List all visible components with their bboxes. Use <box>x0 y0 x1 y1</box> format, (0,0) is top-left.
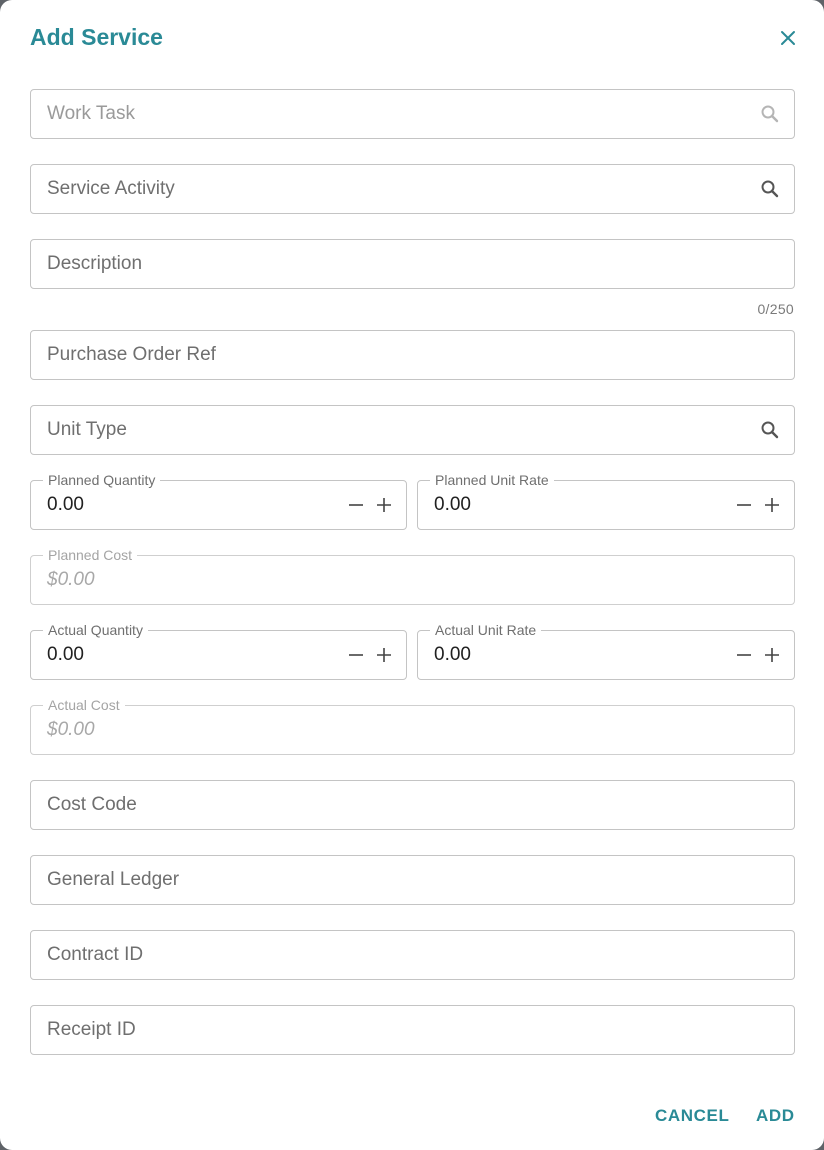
service-activity-field[interactable]: Service Activity <box>30 164 795 214</box>
search-icon[interactable] <box>760 179 780 199</box>
minus-icon[interactable] <box>344 644 368 666</box>
actual-cost-value: $0.00 <box>47 719 95 740</box>
planned-unit-rate-stepper <box>728 494 784 516</box>
planned-quantity-stepper <box>340 494 396 516</box>
planned-cost-value: $0.00 <box>47 569 95 590</box>
actual-quantity-field[interactable]: Actual Quantity 0.00 <box>30 622 407 680</box>
close-icon[interactable] <box>776 26 800 50</box>
receipt-id-placeholder: Receipt ID <box>47 1019 136 1040</box>
contract-id-field[interactable]: Contract ID <box>30 930 795 980</box>
cost-code-field[interactable]: Cost Code <box>30 780 795 830</box>
general-ledger-field[interactable]: General Ledger <box>30 855 795 905</box>
unit-type-field[interactable]: Unit Type <box>30 405 795 455</box>
description-char-counter: 0/250 <box>757 301 794 317</box>
service-activity-placeholder: Service Activity <box>47 178 175 199</box>
search-icon[interactable] <box>760 104 780 124</box>
purchase-order-ref-placeholder: Purchase Order Ref <box>47 344 216 365</box>
purchase-order-ref-field[interactable]: Purchase Order Ref <box>30 330 795 380</box>
receipt-id-field[interactable]: Receipt ID <box>30 1005 795 1055</box>
work-task-field[interactable]: Work Task <box>30 89 795 139</box>
minus-icon[interactable] <box>344 494 368 516</box>
actual-unit-rate-label: Actual Unit Rate <box>430 622 542 638</box>
description-placeholder: Description <box>47 253 143 274</box>
actual-quantity-value: 0.00 <box>47 644 84 665</box>
planned-unit-rate-field[interactable]: Planned Unit Rate 0.00 <box>417 472 795 530</box>
general-ledger-placeholder: General Ledger <box>47 869 180 890</box>
actual-cost-field: Actual Cost $0.00 <box>30 697 795 755</box>
actual-quantity-stepper <box>340 644 396 666</box>
actual-cost-label: Actual Cost <box>43 697 125 713</box>
planned-quantity-value: 0.00 <box>47 494 84 515</box>
search-icon[interactable] <box>760 420 780 440</box>
cancel-button[interactable]: CANCEL <box>655 1106 729 1126</box>
planned-quantity-label: Planned Quantity <box>43 472 161 488</box>
dialog-title: Add Service <box>30 24 163 50</box>
add-button[interactable]: ADD <box>756 1106 795 1126</box>
minus-icon[interactable] <box>732 494 756 516</box>
plus-icon[interactable] <box>372 644 396 666</box>
add-service-dialog: Add Service Work Task Service Activity D… <box>0 0 824 1150</box>
unit-type-placeholder: Unit Type <box>47 419 127 440</box>
description-field[interactable]: Description <box>30 239 795 289</box>
planned-cost-field: Planned Cost $0.00 <box>30 547 795 605</box>
minus-icon[interactable] <box>732 644 756 666</box>
planned-unit-rate-label: Planned Unit Rate <box>430 472 554 488</box>
work-task-placeholder: Work Task <box>47 103 135 124</box>
plus-icon[interactable] <box>760 644 784 666</box>
planned-unit-rate-value: 0.00 <box>434 494 471 515</box>
planned-cost-label: Planned Cost <box>43 547 138 563</box>
actual-quantity-label: Actual Quantity <box>43 622 148 638</box>
plus-icon[interactable] <box>760 494 784 516</box>
actual-unit-rate-field[interactable]: Actual Unit Rate 0.00 <box>417 622 795 680</box>
planned-quantity-field[interactable]: Planned Quantity 0.00 <box>30 472 407 530</box>
plus-icon[interactable] <box>372 494 396 516</box>
actual-unit-rate-stepper <box>728 644 784 666</box>
actual-unit-rate-value: 0.00 <box>434 644 471 665</box>
contract-id-placeholder: Contract ID <box>47 944 144 965</box>
cost-code-placeholder: Cost Code <box>47 794 137 815</box>
